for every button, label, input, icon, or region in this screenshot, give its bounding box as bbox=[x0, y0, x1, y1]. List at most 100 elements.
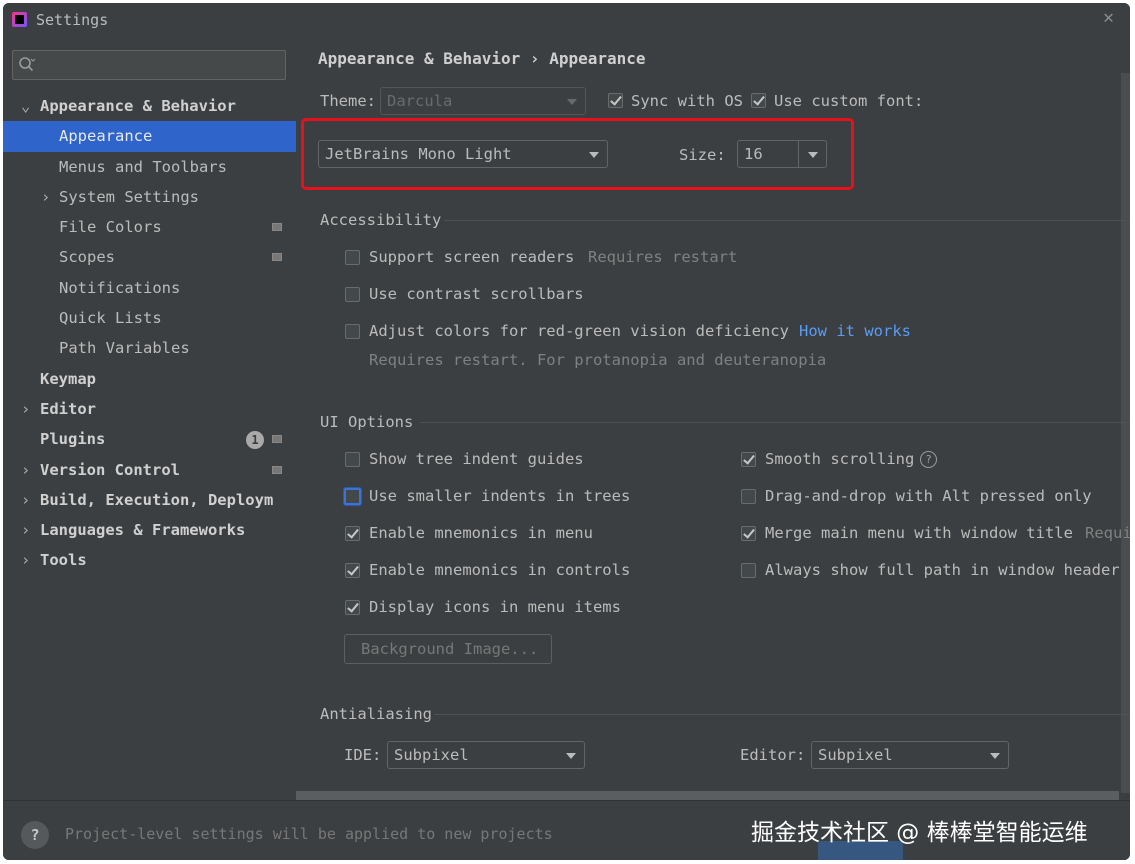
section-divider bbox=[434, 714, 1130, 715]
chevron-right-icon[interactable]: › bbox=[21, 455, 30, 485]
display-icons-label: Display icons in menu items bbox=[369, 598, 621, 616]
chevron-down-icon[interactable]: ⌄ bbox=[21, 91, 30, 121]
tree-indent-label: Show tree indent guides bbox=[369, 450, 584, 468]
chevron-down-icon bbox=[990, 753, 1000, 759]
editor-antialiasing-label: Editor: bbox=[740, 746, 806, 764]
tree-item-label: Appearance & Behavior bbox=[40, 97, 236, 115]
window-title: Settings bbox=[36, 11, 109, 29]
tree-item-appearance[interactable]: Appearance bbox=[3, 121, 296, 152]
tree-item-languages-frameworks[interactable]: › Languages & Frameworks bbox=[3, 515, 296, 545]
close-icon[interactable]: ✕ bbox=[1103, 7, 1114, 28]
background-image-button: Background Image... bbox=[344, 634, 552, 664]
project-level-icon bbox=[272, 435, 282, 444]
editor-antialiasing-value: Subpixel bbox=[818, 746, 893, 764]
custom-font-label: Use custom font: bbox=[774, 92, 924, 110]
tree-item-label: Appearance bbox=[59, 127, 153, 146]
tree-item-plugins[interactable]: Plugins 1 bbox=[3, 424, 296, 454]
drag-drop-label: Drag-and-drop with Alt pressed only bbox=[765, 487, 1092, 505]
help-question-icon[interactable]: ? bbox=[920, 451, 937, 468]
tree-item-label: Editor bbox=[40, 399, 96, 418]
chevron-right-icon[interactable]: › bbox=[21, 515, 30, 545]
tree-indent-checkbox[interactable] bbox=[345, 452, 360, 467]
settings-sidebar: ⌄ Appearance & Behavior Appearance Menus… bbox=[3, 37, 296, 800]
tree-item-label: Notifications bbox=[59, 278, 181, 297]
horizontal-scrollbar[interactable] bbox=[296, 791, 1119, 800]
tree-item-label: System Settings bbox=[59, 187, 199, 206]
mnemonics-menu-label: Enable mnemonics in menu bbox=[369, 524, 593, 542]
update-count-badge: 1 bbox=[246, 431, 264, 450]
theme-value: Darcula bbox=[387, 92, 453, 110]
tree-item-label: Tools bbox=[40, 551, 87, 570]
smooth-scrolling-label: Smooth scrolling bbox=[765, 450, 915, 468]
tree-item-scopes[interactable]: Scopes bbox=[3, 242, 296, 272]
mnemonics-menu-checkbox[interactable] bbox=[345, 526, 360, 541]
section-divider bbox=[444, 220, 1130, 221]
merge-menu-label: Merge main menu with window title bbox=[765, 524, 1073, 542]
mnemonics-controls-checkbox[interactable] bbox=[345, 563, 360, 578]
settings-tree: ⌄ Appearance & Behavior Appearance Menus… bbox=[3, 91, 296, 576]
how-it-works-link[interactable]: How it works bbox=[799, 322, 911, 340]
chevron-down-icon bbox=[567, 99, 577, 105]
screen-readers-note: Requires restart bbox=[588, 248, 738, 266]
font-highlight-annotation bbox=[301, 118, 854, 190]
tree-item-label: File Colors bbox=[59, 218, 162, 237]
contrast-scrollbars-checkbox[interactable] bbox=[345, 287, 360, 302]
tree-item-menus-toolbars[interactable]: Menus and Toolbars bbox=[3, 152, 296, 182]
tree-item-file-colors[interactable]: File Colors bbox=[3, 212, 296, 242]
tree-item-appearance-behavior[interactable]: ⌄ Appearance & Behavior bbox=[3, 91, 296, 121]
tree-item-label: Plugins bbox=[40, 430, 106, 449]
tree-item-label: Scopes bbox=[59, 248, 115, 267]
tree-item-keymap[interactable]: Keymap bbox=[3, 364, 296, 394]
chevron-right-icon[interactable]: › bbox=[21, 545, 30, 575]
ide-antialiasing-value: Subpixel bbox=[394, 746, 469, 764]
tree-item-label: Quick Lists bbox=[59, 309, 162, 328]
search-input[interactable] bbox=[12, 50, 286, 80]
tree-item-tools[interactable]: › Tools bbox=[3, 545, 296, 575]
full-path-label: Always show full path in window header bbox=[765, 561, 1120, 579]
project-level-hint: Project-level settings will be applied t… bbox=[65, 825, 553, 843]
mnemonics-controls-label: Enable mnemonics in controls bbox=[369, 561, 631, 579]
project-level-icon bbox=[272, 223, 282, 232]
vertical-scrollbar[interactable] bbox=[1121, 73, 1130, 793]
full-path-checkbox[interactable] bbox=[741, 563, 756, 578]
screen-readers-checkbox[interactable] bbox=[345, 250, 360, 265]
accessibility-title: Accessibility bbox=[320, 211, 442, 229]
chevron-right-icon[interactable]: › bbox=[21, 485, 30, 515]
breadcrumb: Appearance & Behavior › Appearance bbox=[318, 49, 646, 68]
contrast-scrollbars-label: Use contrast scrollbars bbox=[369, 285, 584, 303]
editor-antialiasing-select[interactable]: Subpixel bbox=[811, 741, 1009, 769]
chevron-down-icon bbox=[566, 753, 576, 759]
project-level-icon bbox=[272, 253, 282, 262]
ide-antialiasing-select[interactable]: Subpixel bbox=[387, 741, 585, 769]
custom-font-checkbox[interactable] bbox=[751, 93, 766, 108]
help-button[interactable]: ? bbox=[21, 821, 49, 849]
smooth-scrolling-checkbox[interactable] bbox=[741, 452, 756, 467]
title-bar: Settings ✕ bbox=[3, 3, 1130, 37]
adjust-colors-label: Adjust colors for red-green vision defic… bbox=[369, 322, 789, 340]
tree-item-quick-lists[interactable]: Quick Lists bbox=[3, 303, 296, 333]
drag-drop-checkbox[interactable] bbox=[741, 489, 756, 504]
theme-select: Darcula bbox=[380, 87, 586, 115]
sync-with-os-checkbox[interactable] bbox=[608, 93, 623, 108]
project-level-icon bbox=[272, 465, 282, 474]
tree-item-build-execution[interactable]: › Build, Execution, Deploym bbox=[3, 485, 296, 515]
display-icons-checkbox[interactable] bbox=[345, 600, 360, 615]
smaller-indents-checkbox[interactable] bbox=[344, 488, 361, 505]
tree-item-editor[interactable]: › Editor bbox=[3, 394, 296, 424]
tree-item-notifications[interactable]: Notifications bbox=[3, 273, 296, 303]
tree-item-system-settings[interactable]: › System Settings bbox=[3, 182, 296, 212]
tree-item-path-variables[interactable]: Path Variables bbox=[3, 333, 296, 363]
chevron-right-icon[interactable]: › bbox=[41, 182, 50, 212]
merge-menu-checkbox[interactable] bbox=[741, 526, 756, 541]
tree-item-label: Keymap bbox=[40, 369, 96, 388]
adjust-colors-note: Requires restart. For protanopia and deu… bbox=[369, 351, 827, 369]
sync-with-os-label: Sync with OS bbox=[631, 92, 743, 110]
tree-item-label: Version Control bbox=[40, 460, 180, 479]
tree-item-version-control[interactable]: › Version Control bbox=[3, 455, 296, 485]
dialog-footer: ? Project-level settings will be applied… bbox=[3, 800, 1130, 860]
watermark-text: 掘金技术社区 @ 棒棒堂智能运维 bbox=[751, 820, 1088, 846]
screen-readers-label: Support screen readers bbox=[369, 248, 575, 266]
ui-options-title: UI Options bbox=[320, 413, 414, 431]
adjust-colors-checkbox[interactable] bbox=[345, 324, 360, 339]
chevron-right-icon[interactable]: › bbox=[21, 394, 30, 424]
